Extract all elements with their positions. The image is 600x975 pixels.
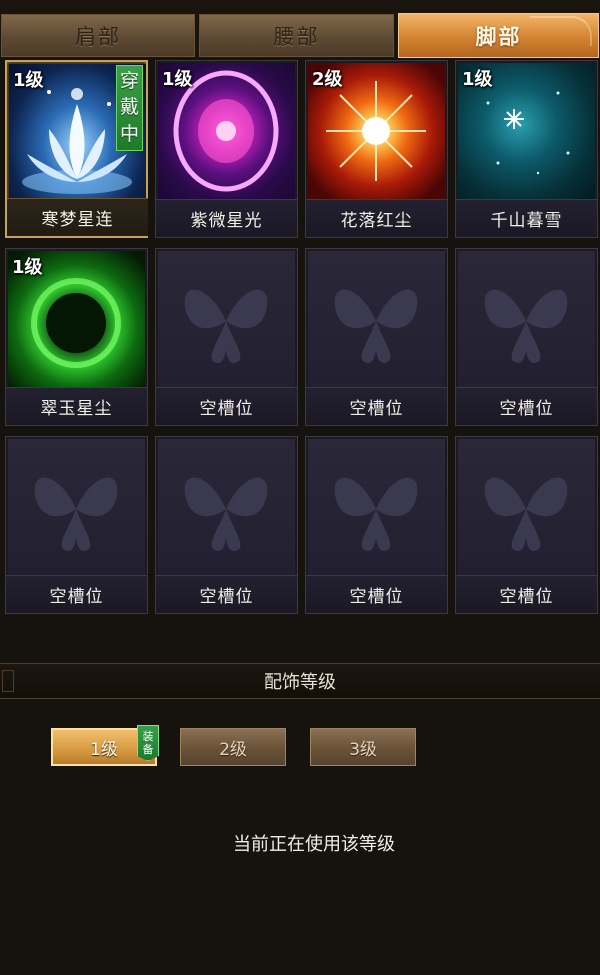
empty-slot[interactable]: 空槽位 — [305, 436, 448, 614]
slot-level: 1级 — [162, 69, 193, 90]
tab-feet[interactable]: 脚部 — [398, 13, 599, 58]
header-ornament-icon — [2, 670, 14, 692]
accessory-slot-cuiyu[interactable]: 1级 翠玉星尘 — [5, 248, 148, 426]
butterfly-icon — [158, 439, 295, 575]
slot-name: 空槽位 — [306, 387, 447, 425]
worn-badge: 穿 戴 中 — [116, 65, 143, 151]
slot-level: 1级 — [13, 70, 44, 91]
empty-slot[interactable]: 空槽位 — [5, 436, 148, 614]
slot-name: 翠玉星尘 — [6, 387, 147, 425]
butterfly-icon — [308, 251, 445, 387]
butterfly-icon — [8, 439, 145, 575]
butterfly-icon — [458, 439, 595, 575]
slot-name: 空槽位 — [6, 575, 147, 613]
accessory-slot-qianshan[interactable]: 1级 千山暮雪 — [455, 60, 598, 238]
accessory-slot-ziwei[interactable]: 1级 紫微星光 — [155, 60, 298, 238]
slot-name: 空槽位 — [156, 387, 297, 425]
status-message: 当前正在使用该等级 — [233, 834, 395, 855]
slot-name: 空槽位 — [156, 575, 297, 613]
worn-badge-char: 中 — [119, 123, 139, 146]
slot-name: 空槽位 — [456, 575, 597, 613]
section-title: 配饰等级 — [264, 672, 336, 693]
slot-name: 空槽位 — [456, 387, 597, 425]
butterfly-icon — [308, 439, 445, 575]
slot-name: 花落红尘 — [306, 199, 447, 237]
butterfly-icon — [458, 251, 595, 387]
worn-badge-char: 戴 — [119, 96, 139, 119]
slot-level: 1级 — [462, 69, 493, 90]
empty-slot[interactable]: 空槽位 — [305, 248, 448, 426]
tab-waist[interactable]: 腰部 — [199, 14, 394, 57]
slot-level: 2级 — [312, 69, 343, 90]
tab-shoulder[interactable]: 肩部 — [1, 14, 195, 57]
empty-slot[interactable]: 空槽位 — [455, 436, 598, 614]
slot-name: 千山暮雪 — [456, 199, 597, 237]
equipped-tag-char: 装 — [142, 730, 154, 743]
level-2-button[interactable]: 2级 — [180, 728, 286, 766]
worn-badge-char: 穿 — [119, 69, 139, 92]
level-3-button[interactable]: 3级 — [310, 728, 416, 766]
equipped-tag-char: 备 — [142, 743, 154, 756]
slot-name: 空槽位 — [306, 575, 447, 613]
slot-name: 寒梦星连 — [7, 198, 148, 236]
equipped-tag: 装 备 — [137, 725, 159, 761]
accessory-slot-hanmeng[interactable]: 1级 穿 戴 中 寒梦星连 — [5, 60, 148, 238]
empty-slot[interactable]: 空槽位 — [455, 248, 598, 426]
butterfly-icon — [158, 251, 295, 387]
empty-slot[interactable]: 空槽位 — [155, 436, 298, 614]
slot-name: 紫微星光 — [156, 199, 297, 237]
empty-slot[interactable]: 空槽位 — [155, 248, 298, 426]
tab-bar: 肩部 腰部 脚部 — [0, 0, 600, 58]
slot-level: 1级 — [12, 257, 43, 278]
accessory-slot-hualuo[interactable]: 2级 花落红尘 — [305, 60, 448, 238]
accessory-level-header: 配饰等级 — [0, 663, 600, 699]
